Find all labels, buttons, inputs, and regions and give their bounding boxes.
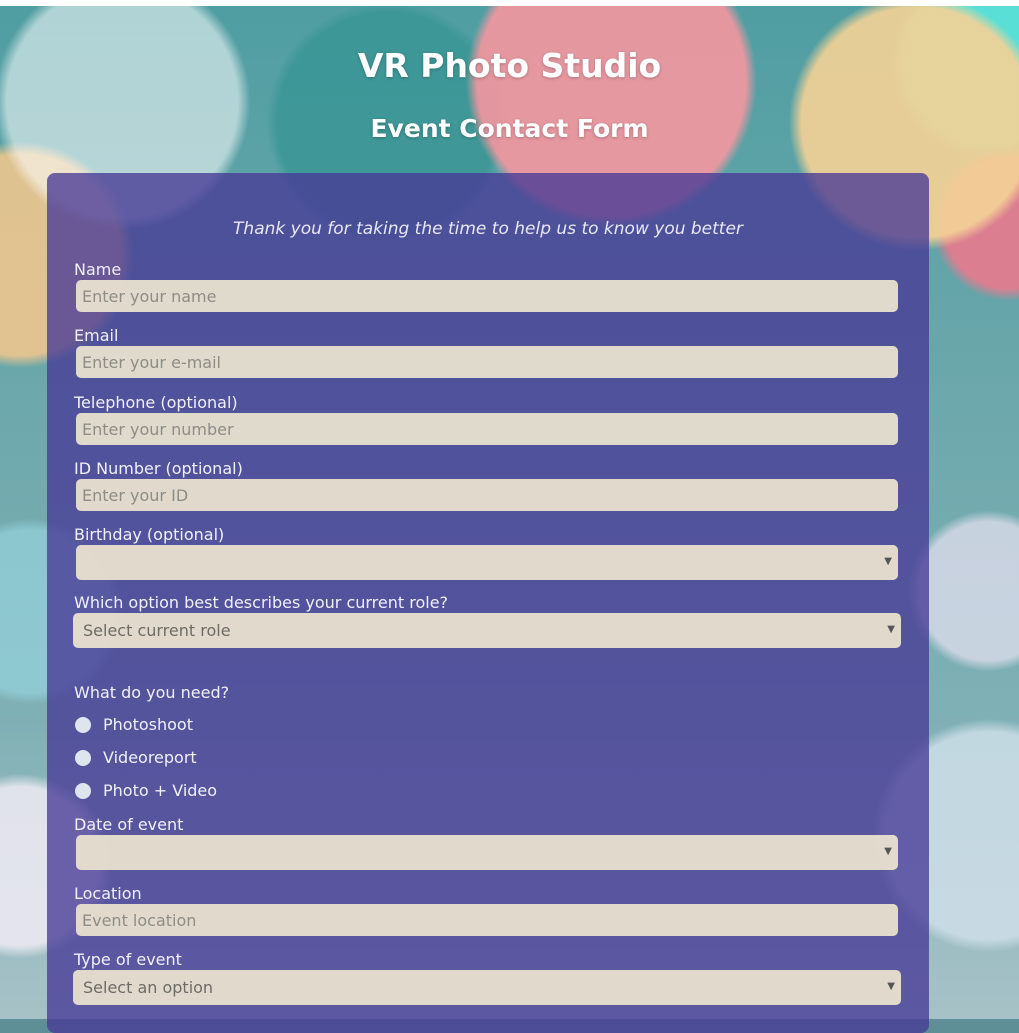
form-intro: Thank you for taking the time to help us… — [233, 219, 743, 239]
location-input[interactable] — [76, 904, 898, 936]
email-label: Email — [74, 326, 119, 345]
type-label: Type of event — [74, 950, 182, 969]
page-title: VR Photo Studio — [357, 46, 662, 85]
chevron-down-icon: ▼ — [887, 624, 895, 635]
birthday-select[interactable]: ▼ — [76, 545, 898, 580]
birthday-label: Birthday (optional) — [74, 525, 225, 544]
radio-label: Photo + Video — [103, 781, 218, 800]
telephone-label: Telephone (optional) — [74, 393, 238, 412]
page-subtitle: Event Contact Form — [370, 114, 649, 143]
role-label: Which option best describes your current… — [74, 593, 449, 612]
need-label: What do you need? — [74, 683, 230, 702]
radio-label: Videoreport — [103, 748, 197, 767]
radio-button-icon — [75, 783, 91, 799]
location-label: Location — [74, 884, 142, 903]
date-label: Date of event — [74, 815, 184, 834]
radio-label: Photoshoot — [103, 715, 193, 734]
type-value: Select an option — [83, 978, 214, 997]
top-border — [0, 0, 1019, 6]
role-value: Select current role — [83, 621, 231, 640]
chevron-down-icon: ▼ — [884, 846, 892, 857]
id-number-input[interactable] — [76, 479, 898, 511]
email-input[interactable] — [76, 346, 898, 378]
id-number-label: ID Number (optional) — [74, 459, 243, 478]
role-select[interactable]: Select current role ▼ — [73, 613, 901, 648]
chevron-down-icon: ▼ — [887, 981, 895, 992]
date-select[interactable]: ▼ — [76, 835, 898, 870]
chevron-down-icon: ▼ — [884, 556, 892, 567]
telephone-input[interactable] — [76, 413, 898, 445]
name-label: Name — [74, 260, 122, 279]
name-input[interactable] — [76, 280, 898, 312]
radio-button-icon — [75, 750, 91, 766]
radio-button-icon — [75, 717, 91, 733]
contact-form: Thank you for taking the time to help us… — [47, 173, 929, 1033]
type-select[interactable]: Select an option ▼ — [73, 970, 901, 1005]
